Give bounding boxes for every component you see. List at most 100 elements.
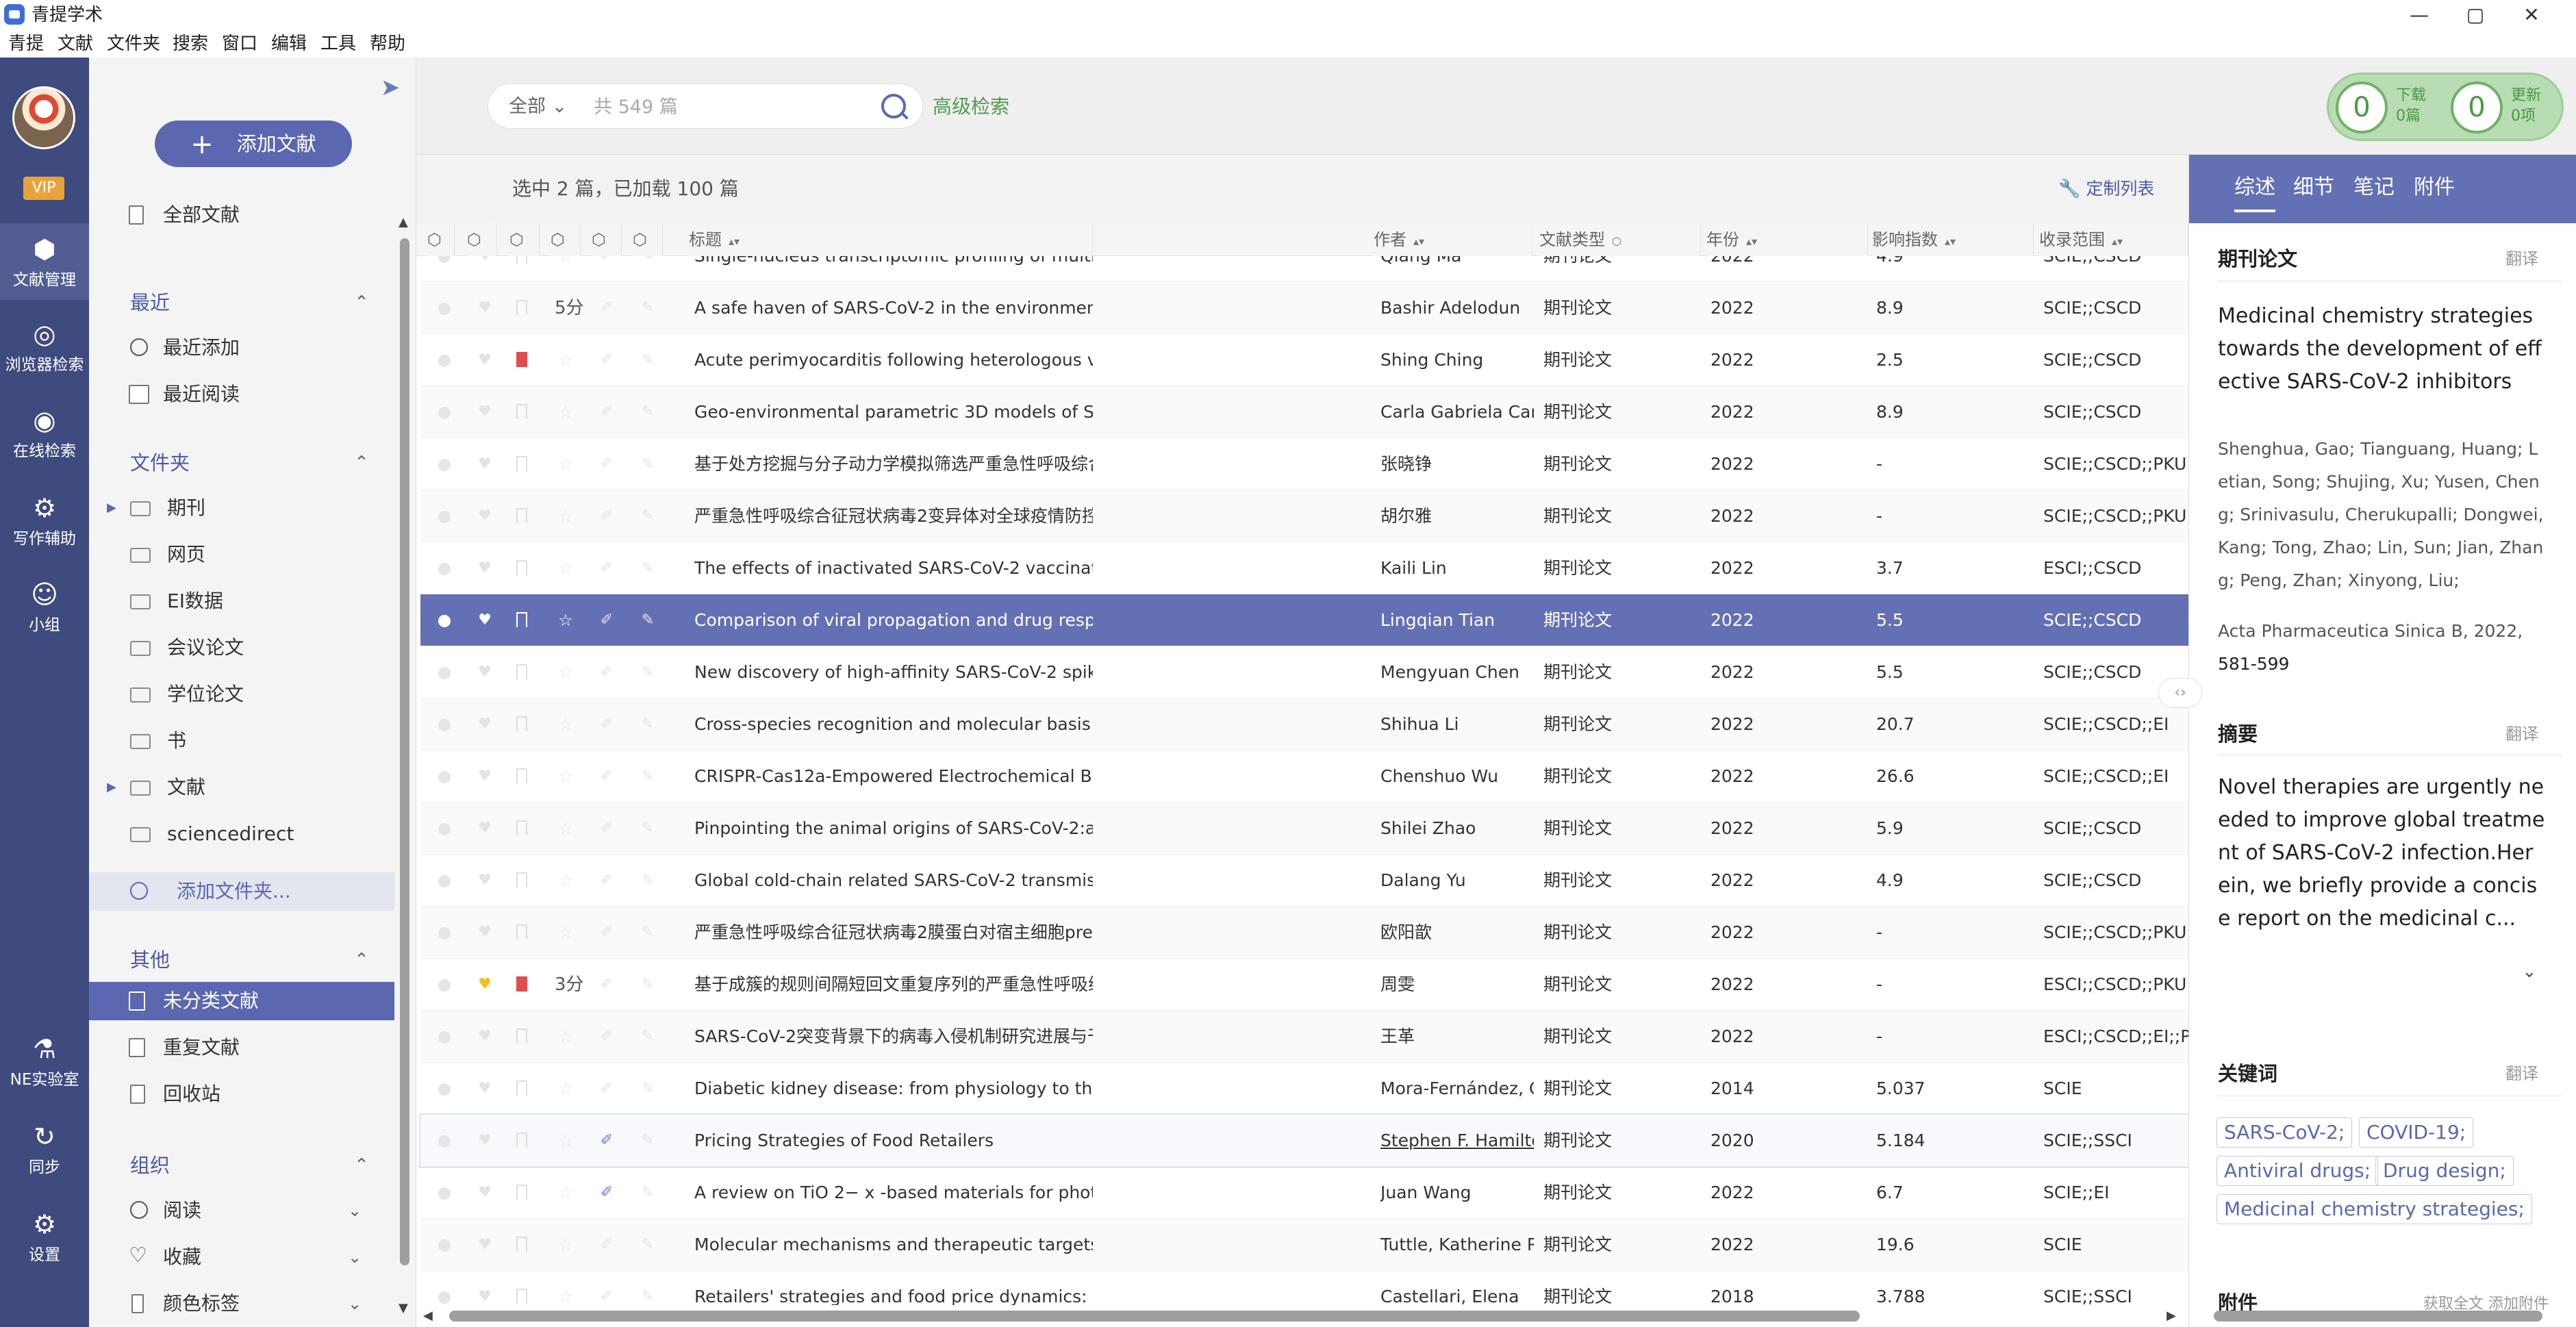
search-scope-dropdown[interactable]: 全部 ⌄ xyxy=(509,84,567,129)
table-row[interactable]: ♥ 5分 ✐ ✎ A safe haven of SARS-CoV-2 in the e… xyxy=(420,282,2188,334)
star-icon[interactable]: ☆ xyxy=(556,871,575,890)
update-counter[interactable]: 0 xyxy=(2451,81,2503,134)
avatar[interactable] xyxy=(12,86,75,149)
keyword-tag[interactable]: Drug design; xyxy=(2375,1156,2514,1186)
bookmark-icon[interactable] xyxy=(516,1289,527,1304)
sidebar-item-trash[interactable]: 回收站 xyxy=(89,1075,394,1113)
table-row[interactable]: ♥ ☆ ✐ ✎ Molecular mechanisms and therapeutic… xyxy=(420,1219,2188,1271)
sidebar-item-color-tags[interactable]: 颜色标签 ⌄ xyxy=(89,1285,394,1323)
table-row[interactable]: ♥ 3分 ✐ ✎ 基于成簇的规则间隔短回文重复序列的严重急性呼吸综合征冠状病毒2检测的最… xyxy=(420,959,2188,1011)
star-icon[interactable]: ☆ xyxy=(556,1235,575,1254)
search-input[interactable] xyxy=(594,91,868,123)
bookmark-icon[interactable] xyxy=(516,1185,527,1200)
menu-tools[interactable]: 工具 xyxy=(320,30,356,58)
table-row[interactable]: ♥ ☆ ✐ ✎ The effects of inactivated SARS-CoV-… xyxy=(420,542,2188,594)
col-status-icon[interactable]: ⬡ xyxy=(427,223,455,256)
col-author[interactable]: 作者 ▴▾ xyxy=(1374,223,1532,256)
tab-overview[interactable]: 综述 xyxy=(2234,173,2275,212)
sidebar-scrollbar[interactable] xyxy=(400,238,409,1265)
read-status-icon[interactable] xyxy=(438,771,451,783)
bookmark-icon[interactable] xyxy=(516,768,527,783)
read-status-icon[interactable] xyxy=(438,823,451,835)
chevron-down-icon[interactable]: ⌄ xyxy=(348,1238,362,1276)
table-row[interactable]: ♥ ☆ ✐ ✎ Pinpointing the animal origins of SA… xyxy=(420,802,2188,855)
paperclip-icon[interactable]: ✐ xyxy=(597,1183,616,1202)
paperclip-icon[interactable]: ✐ xyxy=(597,715,616,734)
search-icon[interactable] xyxy=(881,94,906,118)
star-icon[interactable]: ☆ xyxy=(556,715,575,734)
table-row[interactable]: ♥ ☆ ✐ ✎ Geo-environmental parametric 3D mode… xyxy=(420,386,2188,438)
menu-help[interactable]: 帮助 xyxy=(370,30,405,58)
paperclip-icon[interactable]: ✐ xyxy=(597,507,616,526)
heart-icon[interactable]: ♥ xyxy=(475,663,494,682)
pencil-icon[interactable]: ✎ xyxy=(638,1131,657,1150)
bookmark-icon[interactable] xyxy=(516,1028,527,1044)
add-folder-button[interactable]: 添加文件夹... xyxy=(89,872,394,911)
collapse-organize-icon[interactable]: ⌃ xyxy=(348,1146,375,1185)
bookmark-icon[interactable] xyxy=(516,560,527,575)
pencil-icon[interactable]: ✎ xyxy=(638,299,657,318)
table-row[interactable]: ♥ ☆ ✐ ✎ 严重急性呼吸综合征冠状病毒2膜蛋白对宿主细胞pre-mRNA 3'UTR… xyxy=(420,907,2188,959)
table-row[interactable]: ♥ ☆ ✐ ✎ 严重急性呼吸综合征冠状病毒2变异体对全球疫情防控的影响分析 胡尔雅 期刊论文… xyxy=(420,490,2188,542)
heart-icon[interactable]: ♥ xyxy=(475,1235,494,1254)
paperclip-icon[interactable]: ✐ xyxy=(597,871,616,890)
table-row[interactable]: ♥ ☆ ✐ ✎ Acute perimyocarditis following hete… xyxy=(420,334,2188,386)
expand-abstract-icon[interactable]: ⌄ xyxy=(2522,961,2537,982)
table-row[interactable]: ♥ ☆ ✐ ✎ CRISPR-Cas12a-Empowered Electrochemi… xyxy=(420,750,2188,802)
bookmark-icon[interactable] xyxy=(516,612,527,627)
bookmark-icon[interactable] xyxy=(516,456,527,471)
sidebar-item-recent-added[interactable]: 最近添加 xyxy=(89,329,394,367)
read-status-icon[interactable] xyxy=(438,875,451,887)
pencil-icon[interactable]: ✎ xyxy=(638,1287,657,1305)
keyword-tag[interactable]: COVID-19; xyxy=(2359,1117,2474,1148)
paperclip-icon[interactable]: ✐ xyxy=(597,1287,616,1305)
sidebar-folder-journal[interactable]: ▶ 期刊 xyxy=(89,489,394,527)
star-icon[interactable]: ☆ xyxy=(556,663,575,682)
tab-attachments[interactable]: 附件 xyxy=(2414,173,2455,203)
menu-edit[interactable]: 编辑 xyxy=(271,30,307,58)
heart-icon[interactable]: ♥ xyxy=(475,819,494,838)
bookmark-icon[interactable] xyxy=(516,404,527,419)
paperclip-icon[interactable]: ✐ xyxy=(597,1131,616,1150)
pin-icon[interactable]: ➤ xyxy=(375,74,405,101)
sidebar-folder-conference[interactable]: 会议论文 xyxy=(89,629,394,667)
keyword-tag[interactable]: Antiviral drugs; xyxy=(2217,1156,2379,1186)
pencil-icon[interactable]: ✎ xyxy=(638,663,657,682)
pencil-icon[interactable]: ✎ xyxy=(638,923,657,942)
table-row[interactable]: ♥ ☆ ✐ ✎ A review on TiO 2− x -based material… xyxy=(420,1167,2188,1219)
translate-keywords-button[interactable]: 翻译 xyxy=(2505,1060,2538,1087)
sidebar-item-read[interactable]: 阅读 ⌄ xyxy=(89,1191,394,1230)
heart-icon[interactable]: ♥ xyxy=(475,351,494,370)
sidebar-scroll-down-icon[interactable]: ▼ xyxy=(399,1301,408,1315)
read-status-icon[interactable] xyxy=(438,615,451,627)
read-status-icon[interactable] xyxy=(438,459,451,471)
paperclip-icon[interactable]: ✐ xyxy=(597,299,616,318)
sidebar-folder-web[interactable]: 网页 xyxy=(89,535,394,574)
collapse-folders-icon[interactable]: ⌃ xyxy=(348,444,375,482)
customize-list-button[interactable]: 🔧 定制列表 xyxy=(2058,175,2154,203)
heart-icon[interactable]: ♥ xyxy=(475,975,494,994)
paperclip-icon[interactable]: ✐ xyxy=(597,351,616,370)
table-row[interactable]: ♥ ☆ ✐ ✎ Pricing Strategies of Food Retailers… xyxy=(419,1113,2188,1168)
menu-search[interactable]: 搜索 xyxy=(173,30,208,58)
pencil-icon[interactable]: ✎ xyxy=(638,1235,657,1254)
nav-sync[interactable]: ↻ 同步 xyxy=(0,1111,89,1187)
paperclip-icon[interactable]: ✐ xyxy=(597,559,616,578)
download-counter[interactable]: 0 xyxy=(2336,81,2388,134)
sidebar-folder-literature[interactable]: ▶ 文献 xyxy=(89,768,394,807)
star-icon[interactable]: ☆ xyxy=(556,351,575,370)
star-icon[interactable]: ☆ xyxy=(556,611,575,630)
sidebar-folder-thesis[interactable]: 学位论文 xyxy=(89,675,394,713)
translate-abstract-button[interactable]: 翻译 xyxy=(2505,720,2538,748)
expand-arrow-icon[interactable]: ▶ xyxy=(107,489,116,527)
table-row[interactable]: ♥ ☆ ✐ ✎ SARS-CoV-2突变背景下的病毒入侵机制研究进展与干预策略 王革 期刊论… xyxy=(420,1011,2188,1063)
read-status-icon[interactable] xyxy=(438,407,451,419)
sidebar-item-recent-read[interactable]: 最近阅读 xyxy=(89,375,394,414)
sidebar-folder-sciencedirect[interactable]: sciencedirect xyxy=(89,815,394,853)
heart-icon[interactable]: ♥ xyxy=(475,715,494,734)
heart-icon[interactable]: ♥ xyxy=(475,403,494,422)
rating-score[interactable]: 3分 xyxy=(555,959,584,1011)
star-icon[interactable]: ☆ xyxy=(556,559,575,578)
col-attachment-icon[interactable]: ⬡ xyxy=(592,223,622,256)
table-row[interactable]: ♥ ☆ ✐ ✎ Diabetic kidney disease: from physio… xyxy=(420,1063,2188,1115)
